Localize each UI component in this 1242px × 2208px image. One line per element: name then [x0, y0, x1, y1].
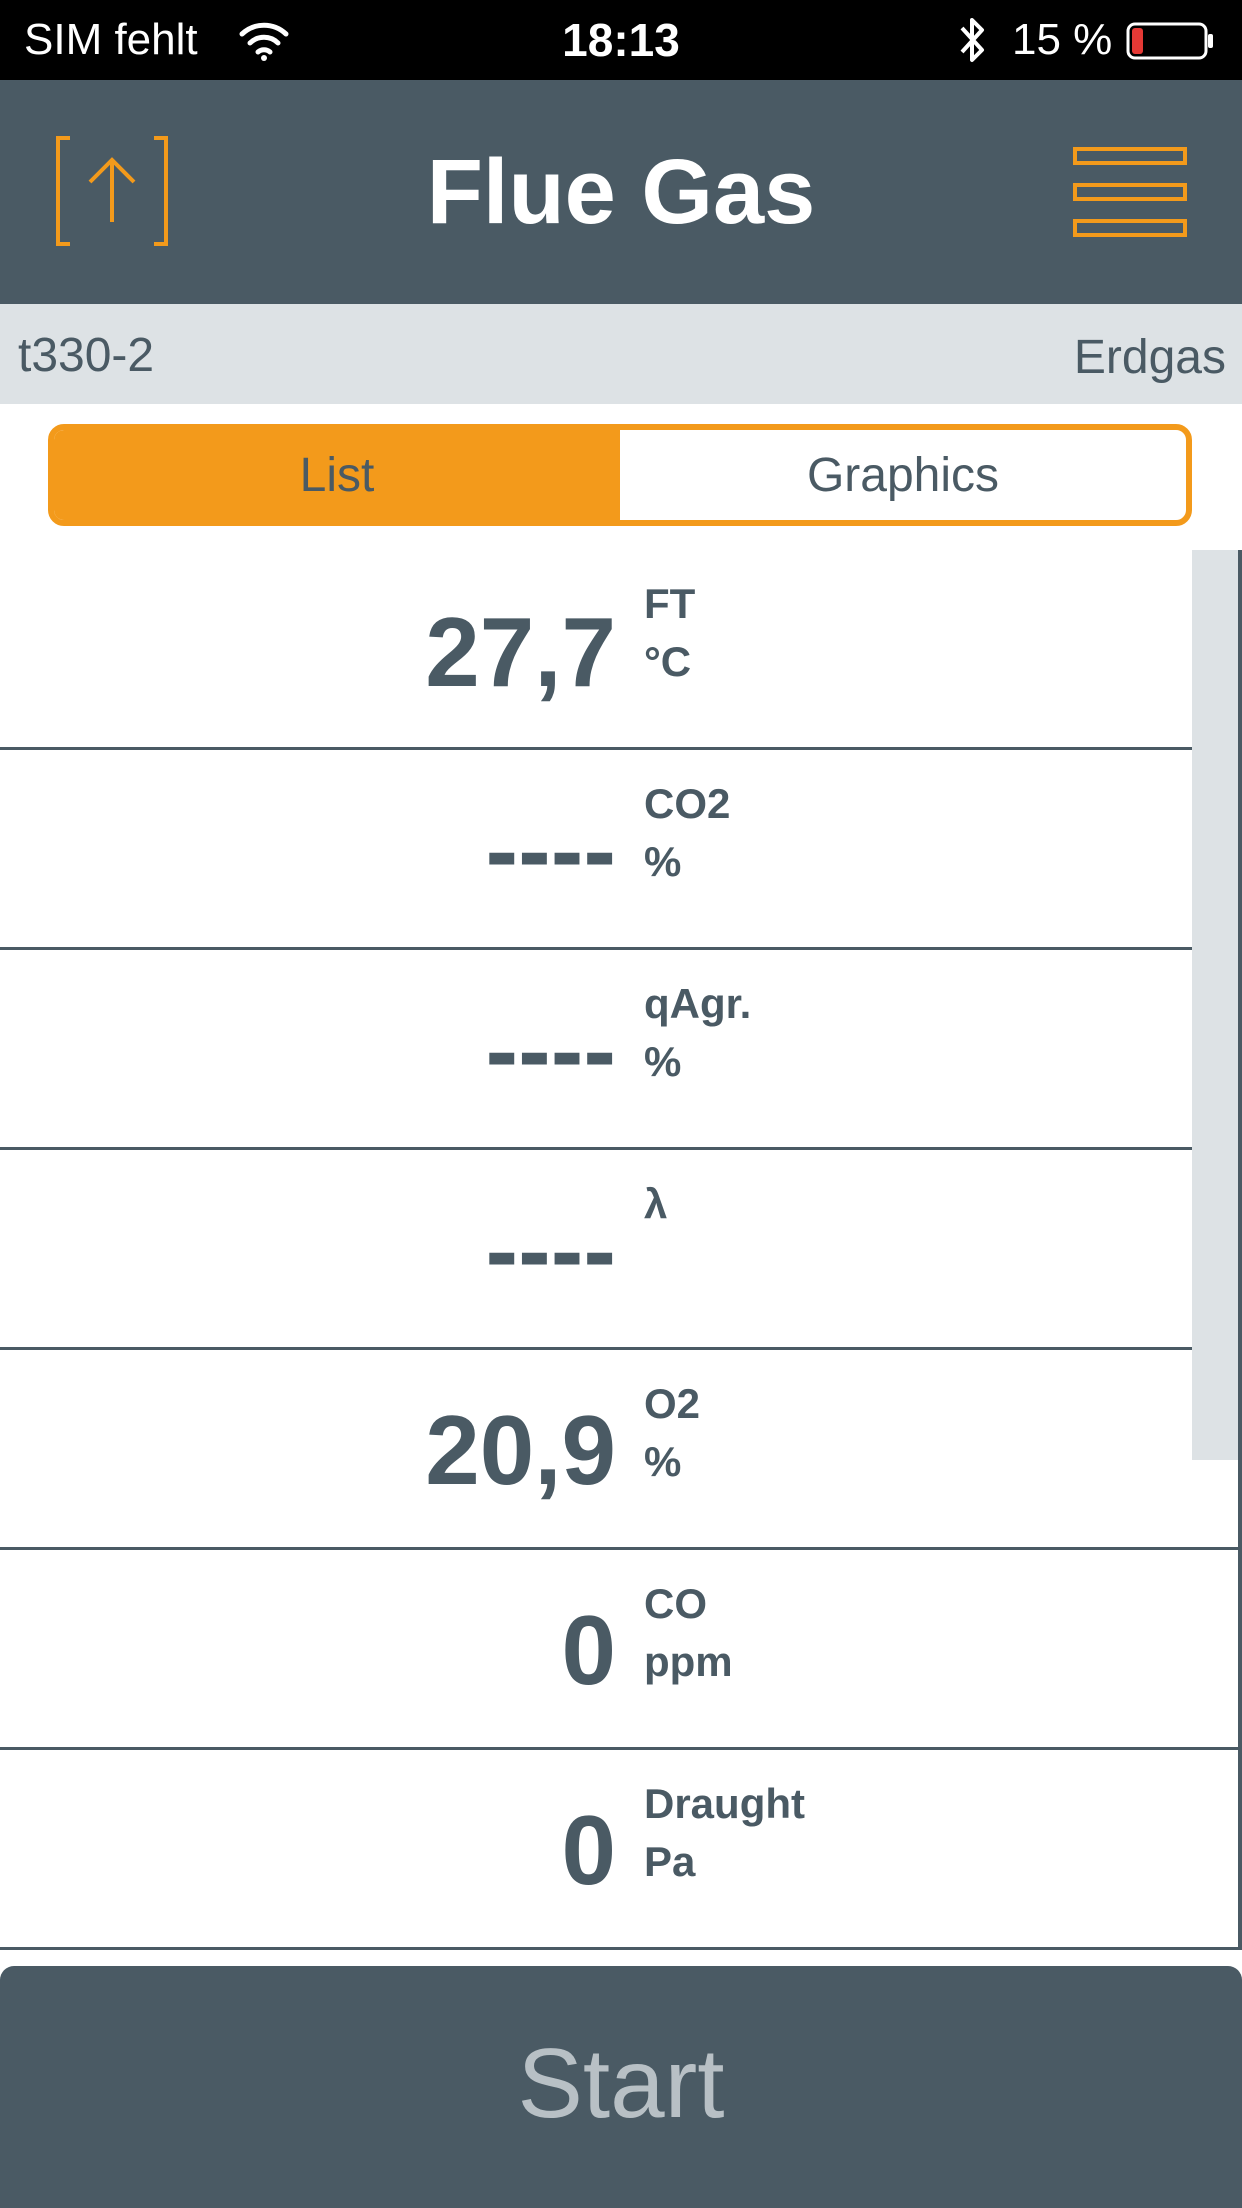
measurement-value: ----: [485, 1195, 616, 1305]
list-edge-divider: [1238, 550, 1242, 1950]
hamburger-menu-icon[interactable]: [1072, 142, 1188, 242]
start-button[interactable]: Start: [0, 1966, 1242, 2208]
measurement-name: CO2: [644, 780, 731, 827]
measurement-row-qagr: ---- qAgr. %: [0, 950, 1238, 1150]
measurement-unit: Pa: [644, 1838, 696, 1885]
measurement-list[interactable]: 27,7 FT °C ---- CO2 % ---- qAgr. % ---- …: [0, 550, 1242, 1950]
measurement-value: 0: [561, 1795, 616, 1905]
measurement-unit: °C: [644, 638, 692, 685]
measurement-value: 20,9: [425, 1395, 616, 1505]
device-info-bar: t330-2 Erdgas: [0, 304, 1242, 404]
measurement-value: ----: [485, 795, 616, 905]
measurement-unit: %: [644, 1038, 682, 1085]
tab-list[interactable]: List: [54, 430, 620, 520]
measurement-unit: ppm: [644, 1638, 733, 1685]
measurement-row-co: 0 CO ppm: [0, 1550, 1238, 1750]
status-bar: SIM fehlt 18:13 15 %: [0, 0, 1242, 80]
measurement-row-o2: 20,9 O2 %: [0, 1350, 1238, 1550]
start-button-label: Start: [517, 2028, 725, 2138]
battery-percent: 15 %: [1012, 15, 1113, 64]
device-name: t330-2: [18, 329, 155, 382]
view-toggle: List Graphics: [48, 424, 1192, 526]
measurement-row-draught: 0 Draught Pa: [0, 1750, 1238, 1950]
battery-icon: [1126, 22, 1213, 60]
app-header: Flue Gas: [0, 80, 1242, 304]
measurement-row-co2: ---- CO2 %: [0, 750, 1238, 950]
measurement-name: CO: [644, 1580, 707, 1627]
measurement-unit: %: [644, 1438, 682, 1485]
measurement-unit: %: [644, 838, 682, 885]
measurement-value: ----: [485, 995, 616, 1105]
page-title: Flue Gas: [426, 141, 816, 243]
measurement-row-ft: 27,7 FT °C: [0, 550, 1238, 750]
fuel-type: Erdgas: [1073, 331, 1226, 384]
scrollbar[interactable]: [1192, 550, 1238, 1460]
measurement-name: FT: [644, 580, 696, 627]
bluetooth-icon: [960, 18, 984, 62]
measurement-name: O2: [644, 1380, 701, 1427]
measurement-name: qAgr.: [644, 980, 752, 1027]
measurement-name: Draught: [644, 1780, 805, 1827]
measurement-row-lambda: ---- λ: [0, 1150, 1238, 1350]
measurement-name: λ: [644, 1180, 668, 1227]
measurement-value: 27,7: [425, 597, 616, 707]
tab-graphics[interactable]: Graphics: [620, 430, 1186, 520]
measurement-value: 0: [561, 1595, 616, 1705]
